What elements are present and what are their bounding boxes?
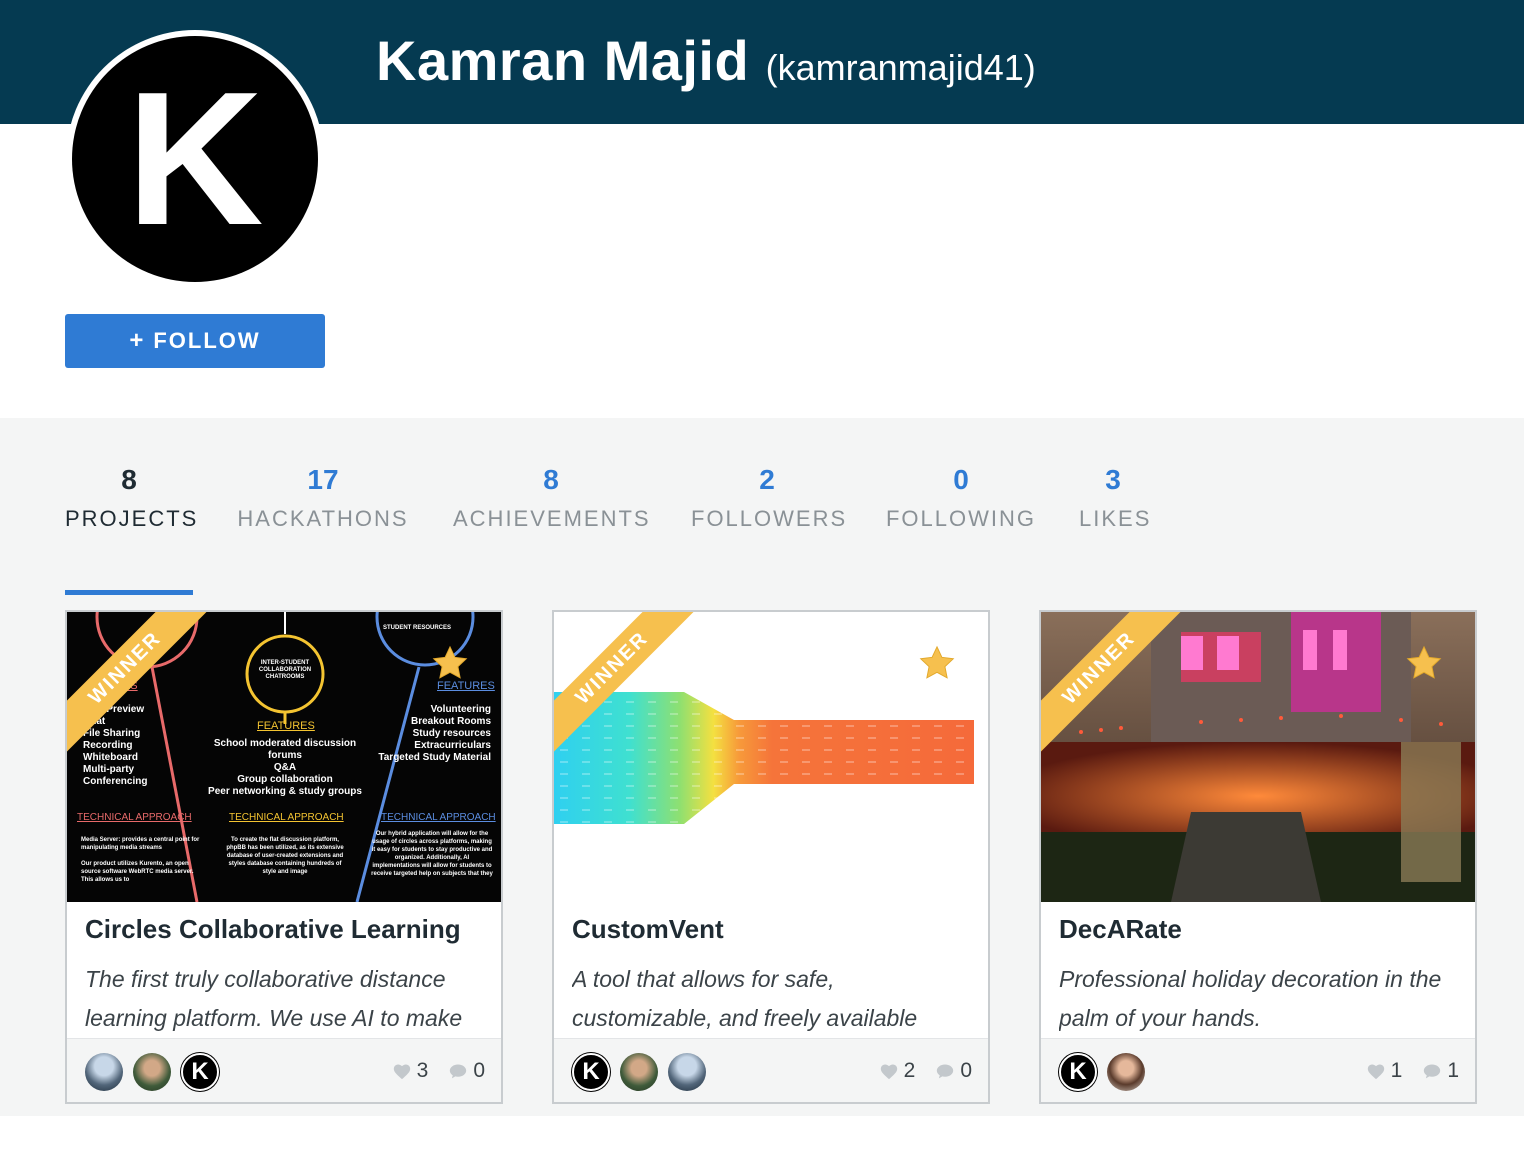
- thumb-features-mid: FEATURES: [257, 720, 315, 732]
- stat-count: 8: [543, 464, 559, 495]
- heart-icon: [393, 1064, 410, 1080]
- project-title-text: CustomVent: [572, 914, 724, 944]
- project-card-footer: K 2 0: [554, 1038, 988, 1102]
- project-title-text: DecARate: [1059, 914, 1182, 944]
- project-tagline: The first truly collaborative distance l…: [85, 966, 463, 1031]
- project-members: K: [1059, 1053, 1145, 1091]
- thumb-tech-left-text: Media Server: provides a central point f…: [81, 837, 200, 883]
- profile-handle: (kamranmajid41): [765, 47, 1036, 88]
- project-thumbnail: WINNER: [554, 612, 988, 902]
- avatar[interactable]: [1107, 1053, 1145, 1091]
- avatar[interactable]: [85, 1053, 123, 1091]
- stat-label: PROJECTS: [65, 506, 199, 531]
- tab-likes[interactable]: 3 LIKES: [1079, 462, 1152, 532]
- project-counts: 2 0: [879, 1059, 972, 1083]
- profile-name: Kamran Majid: [376, 29, 750, 92]
- tab-achievements[interactable]: 8 ACHIEVEMENTS: [453, 462, 649, 532]
- heart-icon: [1367, 1064, 1384, 1080]
- project-members: K: [85, 1053, 219, 1091]
- thumb-right-list: Volunteering Breakout Rooms Study resour…: [378, 704, 491, 763]
- avatar[interactable]: K: [181, 1053, 219, 1091]
- thumb-chatrooms-label: INTER-STUDENT COLLABORATION CHATROOMS: [258, 660, 312, 680]
- project-card-circles[interactable]: INTER-STUDENT COLLABORATION CHATROOMS ST…: [65, 610, 503, 1104]
- tab-following[interactable]: 0 FOLLOWING: [885, 462, 1037, 532]
- project-card-customvent[interactable]: WINNER CustomVent A tool that allows for…: [552, 610, 990, 1104]
- comment-count-value: 0: [473, 1059, 485, 1082]
- like-count-value: 1: [1390, 1059, 1403, 1082]
- project-title[interactable]: CustomVent: [572, 914, 972, 945]
- tab-hackathons[interactable]: 17 HACKATHONS: [236, 462, 410, 532]
- avatar[interactable]: [133, 1053, 171, 1091]
- like-count[interactable]: 2: [879, 1059, 916, 1083]
- comment-count-value: 1: [1447, 1059, 1459, 1082]
- like-count[interactable]: 3: [392, 1059, 429, 1083]
- thumb-student-resources-label: STUDENT RESOURCES: [383, 625, 452, 631]
- stat-label: HACKATHONS: [237, 506, 409, 531]
- comment-count[interactable]: 0: [935, 1059, 972, 1083]
- tab-followers[interactable]: 2 FOLLOWERS: [691, 462, 848, 532]
- like-count[interactable]: 1: [1366, 1059, 1403, 1083]
- avatar[interactable]: [620, 1053, 658, 1091]
- avatar: K: [72, 36, 318, 282]
- comment-count[interactable]: 1: [1422, 1059, 1459, 1083]
- project-counts: 1 1: [1366, 1059, 1459, 1083]
- like-count-value: 3: [416, 1059, 429, 1082]
- project-title[interactable]: Circles Collaborative Learning: [85, 914, 485, 945]
- stat-count: 17: [307, 464, 339, 495]
- stat-count: 8: [121, 464, 137, 495]
- project-thumbnail: WINNER: [1041, 612, 1475, 902]
- project-title-text: Circles Collaborative Learning: [85, 914, 461, 944]
- project-members: K: [572, 1053, 706, 1091]
- project-tagline: A tool that allows for safe, customizabl…: [572, 966, 918, 1031]
- avatar[interactable]: K: [572, 1053, 610, 1091]
- stat-label: FOLLOWING: [885, 506, 1036, 531]
- comment-count[interactable]: 0: [448, 1059, 485, 1083]
- star-icon[interactable]: [1405, 644, 1443, 682]
- active-tab-indicator: [65, 590, 193, 595]
- avatar[interactable]: [668, 1053, 706, 1091]
- comment-icon: [1424, 1064, 1441, 1079]
- stat-label: ACHIEVEMENTS: [453, 506, 651, 531]
- stat-count: 2: [759, 464, 775, 495]
- avatar[interactable]: K: [1059, 1053, 1097, 1091]
- thumb-tech-mid: TECHNICAL APPROACH: [229, 812, 344, 823]
- thumb-tech-mid-text: To create the flat discussion platform, …: [226, 837, 344, 875]
- profile-name-line: Kamran Majid (kamranmajid41): [376, 28, 1036, 93]
- project-counts: 3 0: [392, 1059, 485, 1083]
- profile-content-section: 8 PROJECTS 17 HACKATHONS 8 ACHIEVEMENTS …: [0, 418, 1524, 1116]
- heart-icon: [880, 1064, 897, 1080]
- comment-icon: [937, 1064, 954, 1079]
- stat-count: 0: [953, 464, 969, 495]
- thumb-mid-list: School moderated discussion forums Q&A G…: [208, 738, 362, 797]
- project-card-footer: K 3 0: [67, 1038, 501, 1102]
- follow-button[interactable]: + FOLLOW: [65, 314, 325, 368]
- stat-count: 3: [1105, 464, 1121, 495]
- comment-icon: [450, 1064, 467, 1079]
- comment-count-value: 0: [960, 1059, 972, 1082]
- star-icon[interactable]: [918, 644, 956, 682]
- thumb-tech-right-text: Our hybrid application will allow for th…: [371, 831, 493, 877]
- follow-button-label: FOLLOW: [153, 328, 261, 353]
- project-title[interactable]: DecARate: [1059, 914, 1459, 945]
- project-tagline: Professional holiday decoration in the p…: [1059, 966, 1442, 1031]
- project-card-decarate[interactable]: WINNER DecARate Professional holiday dec…: [1039, 610, 1477, 1104]
- thumb-tech-left: TECHNICAL APPROACH: [77, 812, 192, 823]
- stat-label: FOLLOWERS: [691, 506, 848, 531]
- project-thumbnail: INTER-STUDENT COLLABORATION CHATROOMS ST…: [67, 612, 501, 902]
- profile-avatar-frame: K: [66, 30, 324, 288]
- tab-projects[interactable]: 8 PROJECTS: [65, 462, 199, 595]
- stat-label: LIKES: [1079, 506, 1152, 531]
- thumb-tech-right: TECHNICAL APPROACH: [381, 812, 496, 823]
- project-card-footer: K 1 1: [1041, 1038, 1475, 1102]
- star-icon[interactable]: [431, 644, 469, 682]
- like-count-value: 2: [903, 1059, 916, 1082]
- plus-icon: +: [129, 327, 146, 354]
